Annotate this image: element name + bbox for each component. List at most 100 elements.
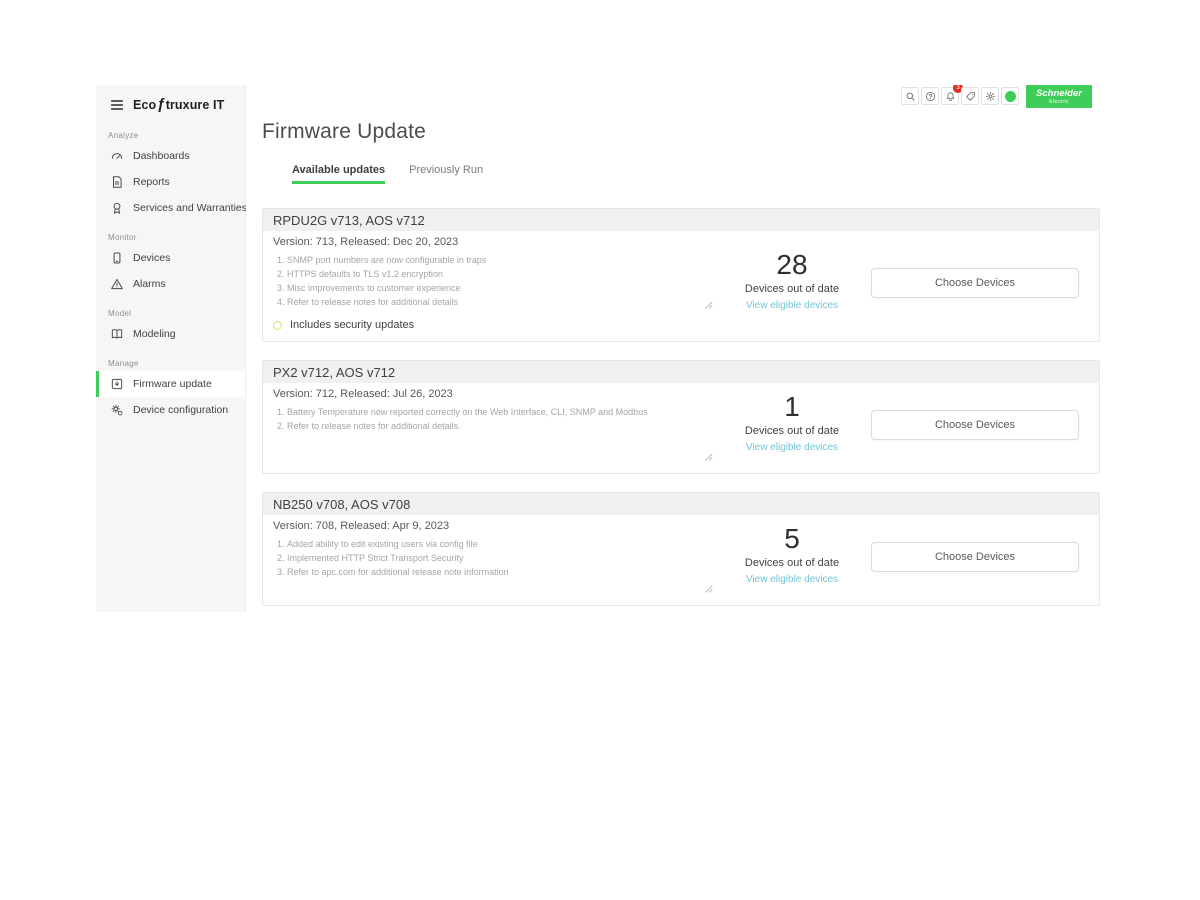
model-icon [110,327,124,341]
firmware-cards: RPDU2G v713, AOS v712 Version: 713, Rele… [262,208,1100,606]
devices-out-of-date-count: 28 [713,250,871,280]
release-note: HTTPS defaults to TLS v1.2 encryption [287,268,713,282]
sidebar-item-dashboards[interactable]: Dashboards [96,143,245,169]
settings-icon [985,91,996,102]
sidebar-section: Monitor Devices Alarms [96,233,245,297]
sidebar-item-label: Modeling [133,328,176,340]
sidebar-item-label: Alarms [133,278,166,290]
topbar: 3 Schneider Electric [246,85,1100,108]
choose-devices-button[interactable]: Choose Devices [871,542,1079,572]
sidebar-item-alarms[interactable]: Alarms [96,271,245,297]
firmware-card-nb250: NB250 v708, AOS v708 Version: 708, Relea… [262,492,1100,606]
sidebar-section: Analyze Dashboards Reports Services and … [96,131,245,221]
tag-icon [965,91,976,102]
notifications-icon [945,91,956,102]
release-note: Implemented HTTP Strict Transport Securi… [287,552,713,566]
sidebar-section-label: Analyze [108,131,245,140]
choose-devices-button[interactable]: Choose Devices [871,410,1079,440]
schneider-logo[interactable]: Schneider Electric [1026,85,1092,108]
release-note: Misc improvements to customer experience [287,282,713,296]
ecostruxure-mark-icon: ƒ [157,96,165,113]
page-title: Firmware Update [262,119,1100,145]
version-line: Version: 712, Released: Jul 26, 2023 [273,387,713,401]
release-notes-list: SNMP port numbers are now configurable i… [273,254,713,310]
view-eligible-devices-link[interactable]: View eligible devices [746,574,838,585]
search-icon-button[interactable] [901,87,919,105]
sidebar-item-label: Reports [133,176,170,188]
devices-out-of-date-label: Devices out of date [713,283,871,295]
security-note-label: Includes security updates [290,319,414,331]
avatar[interactable] [1001,87,1019,105]
card-title: PX2 v712, AOS v712 [263,361,1099,383]
resize-grip-icon[interactable] [705,453,713,461]
release-note: Added ability to edit existing users via… [287,538,713,552]
gauge-icon [110,149,124,163]
sidebar: Ecoƒtruxure IT Analyze Dashboards Report… [96,85,246,612]
sidebar-item-label: Dashboards [133,150,190,162]
sidebar-item-label: Devices [133,252,170,264]
security-note-row: Includes security updates [273,319,713,331]
release-notes-box: Version: 712, Released: Jul 26, 2023 Bat… [273,387,713,463]
sidebar-logo-row: Ecoƒtruxure IT [96,85,245,119]
firmware-card-rpdu2g: RPDU2G v713, AOS v712 Version: 713, Rele… [262,208,1100,342]
release-note: Battery Temperature now reported correct… [287,406,713,420]
release-note: SNMP port numbers are now configurable i… [287,254,713,268]
sidebar-item-label: Firmware update [133,378,212,390]
sidebar-section-label: Model [108,309,245,318]
choose-devices-button[interactable]: Choose Devices [871,268,1079,298]
sidebar-item-devices[interactable]: Devices [96,245,245,271]
alarm-icon [110,277,124,291]
page: Ecoƒtruxure IT Analyze Dashboards Report… [0,0,1200,900]
view-eligible-devices-link[interactable]: View eligible devices [746,442,838,453]
main: Firmware Update Available updates Previou… [246,108,1100,612]
schneider-logo-line1: Schneider [1036,89,1082,99]
devices-out-of-date-count: 5 [713,524,871,554]
sidebar-section: Manage Firmware update Device configurat… [96,359,245,423]
tag-icon-button[interactable] [961,87,979,105]
release-notes-list: Battery Temperature now reported correct… [273,406,713,434]
award-icon [110,201,124,215]
tab-available-updates[interactable]: Available updates [292,164,385,184]
search-icon [905,91,916,102]
settings-icon-button[interactable] [981,87,999,105]
card-title: RPDU2G v713, AOS v712 [263,209,1099,231]
sidebar-item-reports[interactable]: Reports [96,169,245,195]
sidebar-item-services-and-warranties[interactable]: Services and Warranties [96,195,245,221]
notifications-icon-button[interactable]: 3 [941,87,959,105]
sidebar-section-label: Monitor [108,233,245,242]
devices-out-of-date-label: Devices out of date [713,557,871,569]
help-icon-button[interactable] [921,87,939,105]
sidebar-section: Model Modeling [96,309,245,347]
app-window: Ecoƒtruxure IT Analyze Dashboards Report… [96,85,1100,612]
card-title: NB250 v708, AOS v708 [263,493,1099,515]
ecostruxure-logo: Ecoƒtruxure IT [133,96,224,113]
release-note: Refer to apc.com for additional release … [287,566,713,580]
resize-grip-icon[interactable] [705,301,713,309]
resize-grip-icon[interactable] [705,585,713,593]
version-line: Version: 713, Released: Dec 20, 2023 [273,235,713,249]
release-notes-box: Version: 708, Released: Apr 9, 2023 Adde… [273,519,713,595]
topbar-icons: 3 [899,85,1019,105]
config-icon [110,403,124,417]
release-note: Refer to release notes for additional de… [287,420,713,434]
content-area: 3 Schneider Electric Firmware Update Ava… [246,85,1100,612]
device-icon [110,251,124,265]
sidebar-item-device-configuration[interactable]: Device configuration [96,397,245,423]
firmware-icon [110,377,124,391]
hamburger-menu-icon[interactable] [109,97,125,113]
devices-out-of-date-label: Devices out of date [713,425,871,437]
release-notes-box: Version: 713, Released: Dec 20, 2023 SNM… [273,235,713,311]
version-line: Version: 708, Released: Apr 9, 2023 [273,519,713,533]
avatar-dot [1005,91,1016,102]
security-circle-icon [273,321,282,330]
report-icon [110,175,124,189]
release-notes-list: Added ability to edit existing users via… [273,538,713,580]
tab-previously-run[interactable]: Previously Run [409,164,483,184]
help-icon [925,91,936,102]
sidebar-item-modeling[interactable]: Modeling [96,321,245,347]
schneider-logo-line2: Electric [1049,99,1069,105]
sidebar-item-label: Services and Warranties [133,202,247,214]
view-eligible-devices-link[interactable]: View eligible devices [746,300,838,311]
tabs: Available updates Previously Run [292,164,1100,184]
sidebar-item-firmware-update[interactable]: Firmware update [96,371,245,397]
